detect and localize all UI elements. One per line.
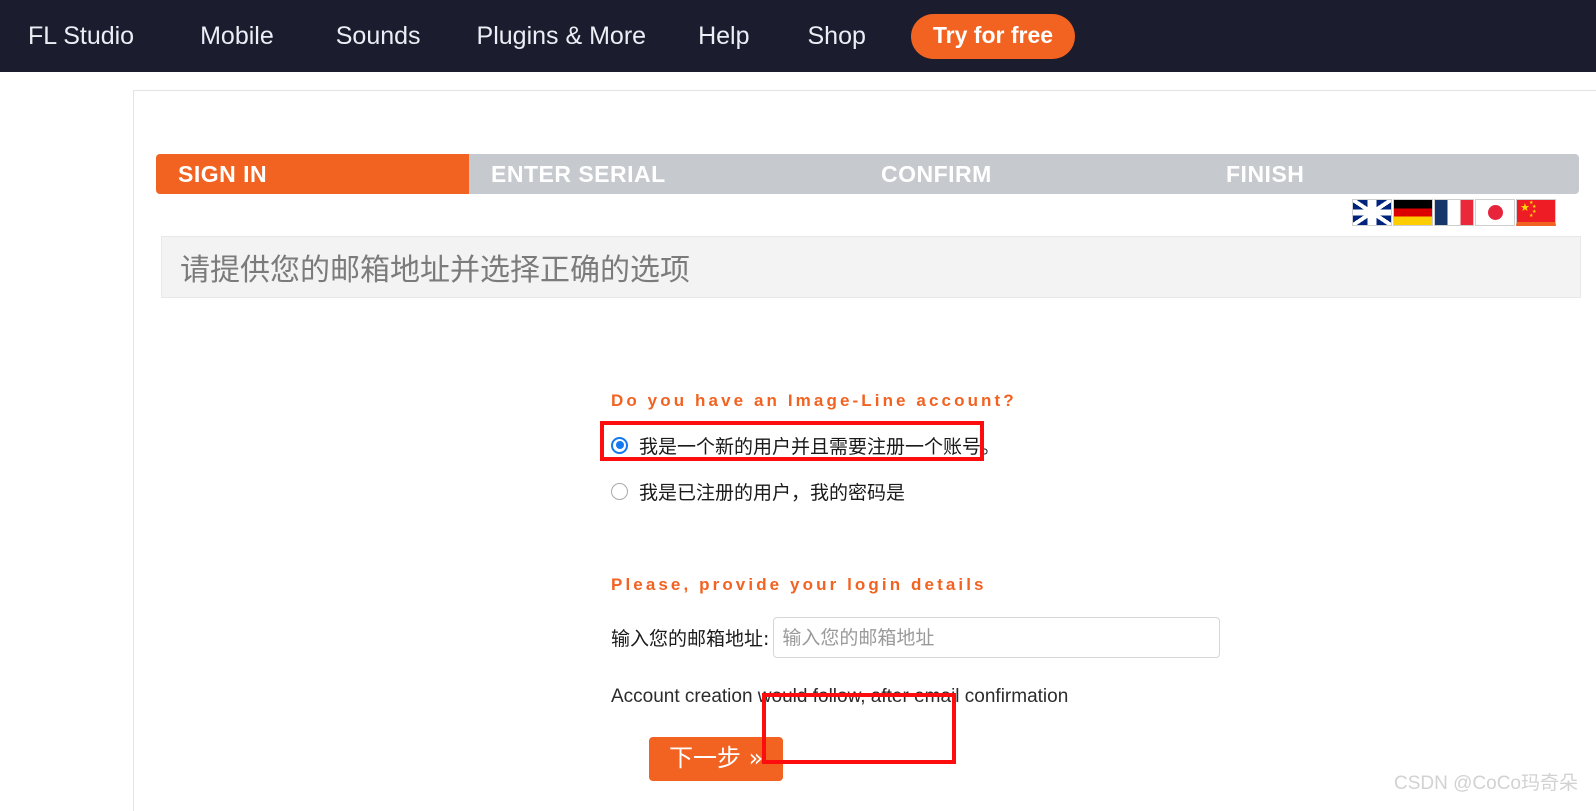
flag-china-icon[interactable]: ★ ★ ★ ★ ★ (1516, 199, 1556, 226)
next-step-button[interactable]: 下一步 » (649, 737, 784, 782)
radio-option-new-user[interactable]: 我是一个新的用户并且需要注册一个账号。 (611, 429, 1311, 461)
step-tab-sign-in[interactable]: SIGN IN (156, 154, 469, 194)
email-field-label: 输入您的邮箱地址: (611, 628, 770, 650)
top-navigation-bar: FL Studio Mobile Sounds Plugins & More H… (0, 0, 1596, 72)
language-selector: ★ ★ ★ ★ ★ (1352, 199, 1556, 226)
email-helper-text: Account creation would follow, after ema… (611, 686, 1069, 707)
radio-button-selected-icon[interactable] (611, 436, 628, 454)
signin-form: Do you have an Image-Line account? 我是一个新… (611, 391, 1311, 792)
step-tab-finish[interactable]: FINISH (1204, 154, 1579, 194)
step-tab-confirm[interactable]: CONFIRM (859, 154, 1204, 194)
email-field-row: 输入您的邮箱地址: (611, 617, 1311, 658)
flag-france-icon[interactable] (1434, 199, 1474, 226)
nav-item-help[interactable]: Help (698, 22, 749, 51)
login-details-title: Please, provide your login details (611, 575, 987, 594)
registration-step-tabs: SIGN IN ENTER SERIAL CONFIRM FINISH (156, 154, 1579, 194)
nav-item-fl-studio[interactable]: FL Studio (28, 22, 134, 51)
nav-item-plugins-and-more[interactable]: Plugins & More (477, 22, 647, 51)
star-glyph: ★ (1529, 213, 1534, 219)
try-for-free-button[interactable]: Try for free (910, 13, 1076, 59)
watermark-text: CSDN @CoCo玛奇朵 (1394, 773, 1578, 794)
flag-japan-icon[interactable] (1475, 199, 1515, 226)
email-input[interactable] (773, 617, 1221, 658)
flag-germany-icon[interactable] (1393, 199, 1433, 226)
page-heading-band: 请提供您的邮箱地址并选择正确的选项 (161, 236, 1581, 298)
flag-uk-icon[interactable] (1352, 199, 1392, 226)
step-tab-enter-serial[interactable]: ENTER SERIAL (469, 154, 859, 194)
radio-option-existing-user[interactable]: 我是已注册的用户，我的密码是 (611, 475, 1311, 507)
nav-item-mobile[interactable]: Mobile (200, 22, 274, 51)
account-question-title: Do you have an Image-Line account? (611, 391, 1017, 410)
nav-item-shop[interactable]: Shop (808, 22, 866, 51)
radio-label-existing-user[interactable]: 我是已注册的用户，我的密码是 (639, 478, 905, 505)
submit-row: 下一步 » (611, 728, 1311, 792)
page-title: 请提供您的邮箱地址并选择正确的选项 (180, 253, 690, 288)
radio-button-unselected-icon[interactable] (611, 482, 628, 500)
nav-item-sounds[interactable]: Sounds (336, 22, 421, 51)
radio-label-new-user[interactable]: 我是一个新的用户并且需要注册一个账号。 (639, 432, 1000, 459)
content-card: SIGN IN ENTER SERIAL CONFIRM FINISH ★ ★ … (133, 90, 1596, 811)
